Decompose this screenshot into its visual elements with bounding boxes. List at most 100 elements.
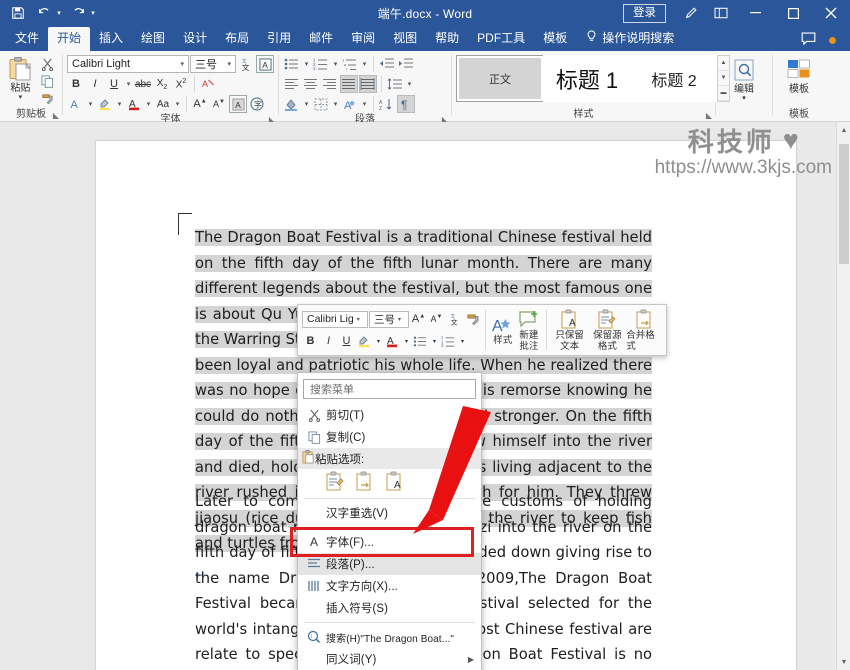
bold-icon[interactable]: B	[302, 332, 319, 350]
increase-indent-icon[interactable]	[397, 55, 415, 73]
phonetic-guide-icon[interactable]: 文文	[237, 55, 255, 73]
align-center-icon[interactable]	[302, 75, 320, 93]
context-item-font[interactable]: A 字体(F)...	[298, 531, 481, 553]
close-button[interactable]	[812, 0, 850, 26]
redo-icon[interactable]	[66, 2, 90, 24]
shading-dropdown-icon[interactable]: ▾	[302, 95, 311, 113]
font-color-icon[interactable]: A	[125, 95, 143, 113]
change-case-icon[interactable]: Aa	[154, 95, 172, 113]
text-effects-dropdown-icon[interactable]: ▾	[86, 95, 95, 113]
cut-icon[interactable]	[38, 57, 56, 72]
context-item-synonyms[interactable]: 同义词(Y) ▶	[298, 648, 481, 670]
grow-font-icon[interactable]: A▲	[410, 310, 427, 328]
multilevel-dropdown-icon[interactable]: ▾	[360, 55, 369, 73]
grow-font-icon[interactable]: A▲	[191, 95, 209, 113]
font-color-icon[interactable]: A	[384, 332, 401, 350]
sign-in-button[interactable]: 登录	[623, 3, 666, 23]
chevron-down-icon[interactable]: ▾	[225, 60, 233, 68]
phonetic-guide-icon[interactable]: 文文	[446, 310, 463, 328]
mini-font-size-combo[interactable]: 三号 ▾	[369, 310, 409, 328]
sort-icon[interactable]: AZ	[378, 95, 396, 113]
line-spacing-dropdown-icon[interactable]: ▾	[405, 75, 414, 93]
chevron-down-icon[interactable]: ▾	[395, 316, 401, 323]
align-left-icon[interactable]	[283, 75, 301, 93]
enclose-circle-icon[interactable]: 字	[248, 95, 266, 113]
change-case-dropdown-icon[interactable]: ▾	[173, 95, 182, 113]
clipboard-dialog-launcher[interactable]: ◣	[53, 109, 59, 122]
tab-design[interactable]: 设计	[174, 27, 216, 51]
font-color-dropdown-icon[interactable]: ▾	[402, 332, 411, 350]
ribbon-display-options-icon[interactable]	[706, 0, 736, 26]
clear-formatting-icon[interactable]: A	[199, 75, 217, 93]
justify-icon[interactable]	[340, 75, 358, 93]
character-shading-icon[interactable]: A	[229, 95, 247, 113]
distribute-icon[interactable]	[359, 75, 377, 93]
tab-pdf-tools[interactable]: PDF工具	[468, 27, 534, 51]
align-right-icon[interactable]	[321, 75, 339, 93]
highlight-icon[interactable]	[96, 95, 114, 113]
decrease-indent-icon[interactable]	[378, 55, 396, 73]
numbering-dropdown-icon[interactable]: ▾	[458, 332, 467, 350]
bold-icon[interactable]: B	[67, 75, 85, 93]
paste-keep-source-formatting-button[interactable]: 保留源 格式	[588, 308, 626, 352]
document-area[interactable]: The Dragon Boat Festival is a traditiona…	[0, 122, 850, 670]
context-item-insert-symbol[interactable]: 插入符号(S)	[298, 597, 481, 619]
tab-help[interactable]: 帮助	[426, 27, 468, 51]
context-item-cut[interactable]: 剪切(T)	[298, 404, 481, 426]
numbering-icon[interactable]: 123	[312, 55, 330, 73]
borders-icon[interactable]	[312, 95, 330, 113]
bullets-dropdown-icon[interactable]: ▾	[430, 332, 439, 350]
underline-icon[interactable]: U	[105, 75, 123, 93]
paste-dropdown-icon[interactable]: ▾	[19, 94, 23, 101]
shrink-font-icon[interactable]: A▼	[210, 95, 228, 113]
style-heading-2[interactable]: 标题 2	[630, 55, 718, 102]
underline-icon[interactable]: U	[338, 332, 355, 350]
font-color-dropdown-icon[interactable]: ▾	[144, 95, 153, 113]
shrink-font-icon[interactable]: A▼	[428, 310, 445, 328]
maximize-button[interactable]	[774, 0, 812, 26]
context-item-reselect-hanzi[interactable]: 汉字重选(V)	[298, 502, 481, 524]
tab-insert[interactable]: 插入	[90, 27, 132, 51]
strikethrough-icon[interactable]: abc	[134, 75, 152, 93]
copy-icon[interactable]	[38, 74, 56, 89]
italic-icon[interactable]: I	[320, 332, 337, 350]
bullets-icon[interactable]	[412, 332, 429, 350]
chevron-down-icon[interactable]: ▾	[178, 60, 186, 68]
numbering-icon[interactable]: 123	[440, 332, 457, 350]
italic-icon[interactable]: I	[86, 75, 104, 93]
text-effects-para-icon[interactable]: A	[341, 95, 359, 113]
merge-formatting-icon[interactable]	[354, 470, 376, 492]
style-normal[interactable]: 正文	[456, 55, 544, 102]
tell-me-search[interactable]: 操作说明搜索	[576, 25, 682, 51]
mini-font-name-combo[interactable]: Calibri Lig ▾	[302, 310, 368, 328]
format-painter-icon[interactable]	[38, 91, 56, 106]
context-item-search[interactable]: i 搜索(H)"The Dragon Boat..."	[298, 626, 481, 648]
numbering-dropdown-icon[interactable]: ▾	[331, 55, 340, 73]
context-item-copy[interactable]: 复制(C)	[298, 426, 481, 448]
highlight-dropdown-icon[interactable]: ▾	[115, 95, 124, 113]
paste-keep-text-only-button[interactable]: A 只保留 文本	[551, 308, 589, 352]
save-icon[interactable]	[6, 2, 30, 24]
paste-merge-formatting-button[interactable]: 合并格式	[626, 308, 664, 352]
customize-qat-icon[interactable]: ▾	[88, 9, 98, 17]
highlight-icon[interactable]	[356, 332, 373, 350]
minimize-button[interactable]	[736, 0, 774, 26]
editing-dropdown-icon[interactable]: ▾	[742, 95, 746, 103]
text-effects-para-dropdown-icon[interactable]: ▾	[360, 95, 369, 113]
show-formatting-marks-icon[interactable]: ¶	[397, 95, 415, 113]
keep-source-formatting-icon[interactable]	[324, 470, 346, 492]
text-effects-icon[interactable]: A	[67, 95, 85, 113]
subscript-icon[interactable]: X2	[153, 75, 171, 93]
styles-dialog-launcher[interactable]: ◣	[706, 109, 712, 122]
undo-dropdown-icon[interactable]: ▾	[54, 9, 64, 17]
scroll-down-icon[interactable]: ▼	[837, 654, 850, 670]
tab-template[interactable]: 模板	[534, 27, 576, 51]
shading-icon[interactable]	[283, 95, 301, 113]
style-heading-1[interactable]: 标题 1	[543, 55, 631, 102]
superscript-icon[interactable]: X2	[172, 75, 190, 93]
vertical-scrollbar[interactable]: ▲ ▼	[836, 122, 850, 670]
multilevel-list-icon[interactable]: 1ai	[341, 55, 359, 73]
share-status-icon[interactable]	[822, 33, 842, 47]
mini-styles-button[interactable]: A 样式	[490, 308, 516, 352]
format-painter-icon[interactable]	[464, 310, 481, 328]
